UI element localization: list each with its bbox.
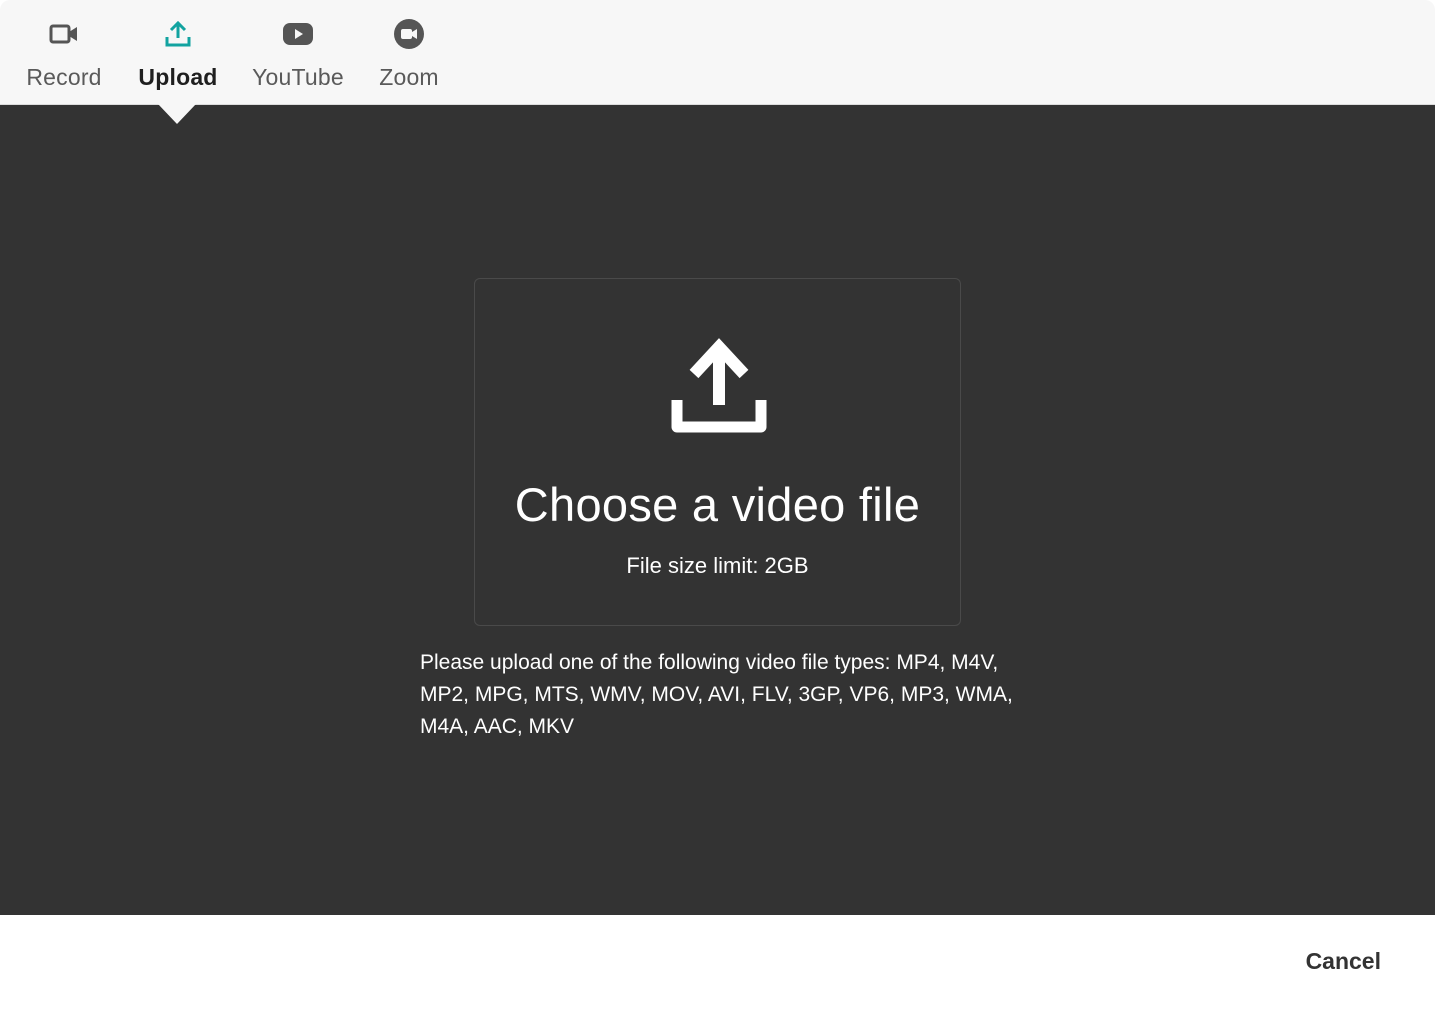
- upload-icon: [669, 337, 769, 437]
- supported-file-types: Please upload one of the following video…: [420, 651, 1013, 738]
- tab-youtube[interactable]: YouTube: [250, 0, 346, 105]
- file-size-limit: File size limit: 2GB: [626, 553, 809, 578]
- tab-record-label: Record: [26, 64, 102, 90]
- tab-record[interactable]: Record: [24, 0, 104, 105]
- dropzone-title: Choose a video file: [514, 478, 921, 531]
- cancel-button[interactable]: Cancel: [1306, 948, 1381, 975]
- zoom-icon: [393, 18, 425, 50]
- active-tab-pointer: [158, 104, 196, 124]
- tab-upload[interactable]: Upload: [136, 0, 220, 105]
- source-tabbar: Record Upload YouTube Zoom: [0, 0, 1435, 105]
- tab-zoom-label: Zoom: [379, 64, 439, 90]
- upload-panel: Choose a video file File size limit: 2GB…: [0, 105, 1435, 915]
- upload-icon: [162, 18, 194, 50]
- choose-file-dropzone[interactable]: Choose a video file File size limit: 2GB: [474, 278, 961, 626]
- tab-youtube-label: YouTube: [252, 64, 344, 90]
- youtube-icon: [282, 18, 314, 50]
- tab-upload-label: Upload: [138, 64, 218, 90]
- upload-video-dialog: Record Upload YouTube Zoom Choose a vide…: [0, 0, 1435, 1009]
- tab-zoom[interactable]: Zoom: [374, 0, 444, 105]
- video-camera-icon: [48, 18, 80, 50]
- dialog-footer: Cancel: [0, 915, 1435, 1009]
